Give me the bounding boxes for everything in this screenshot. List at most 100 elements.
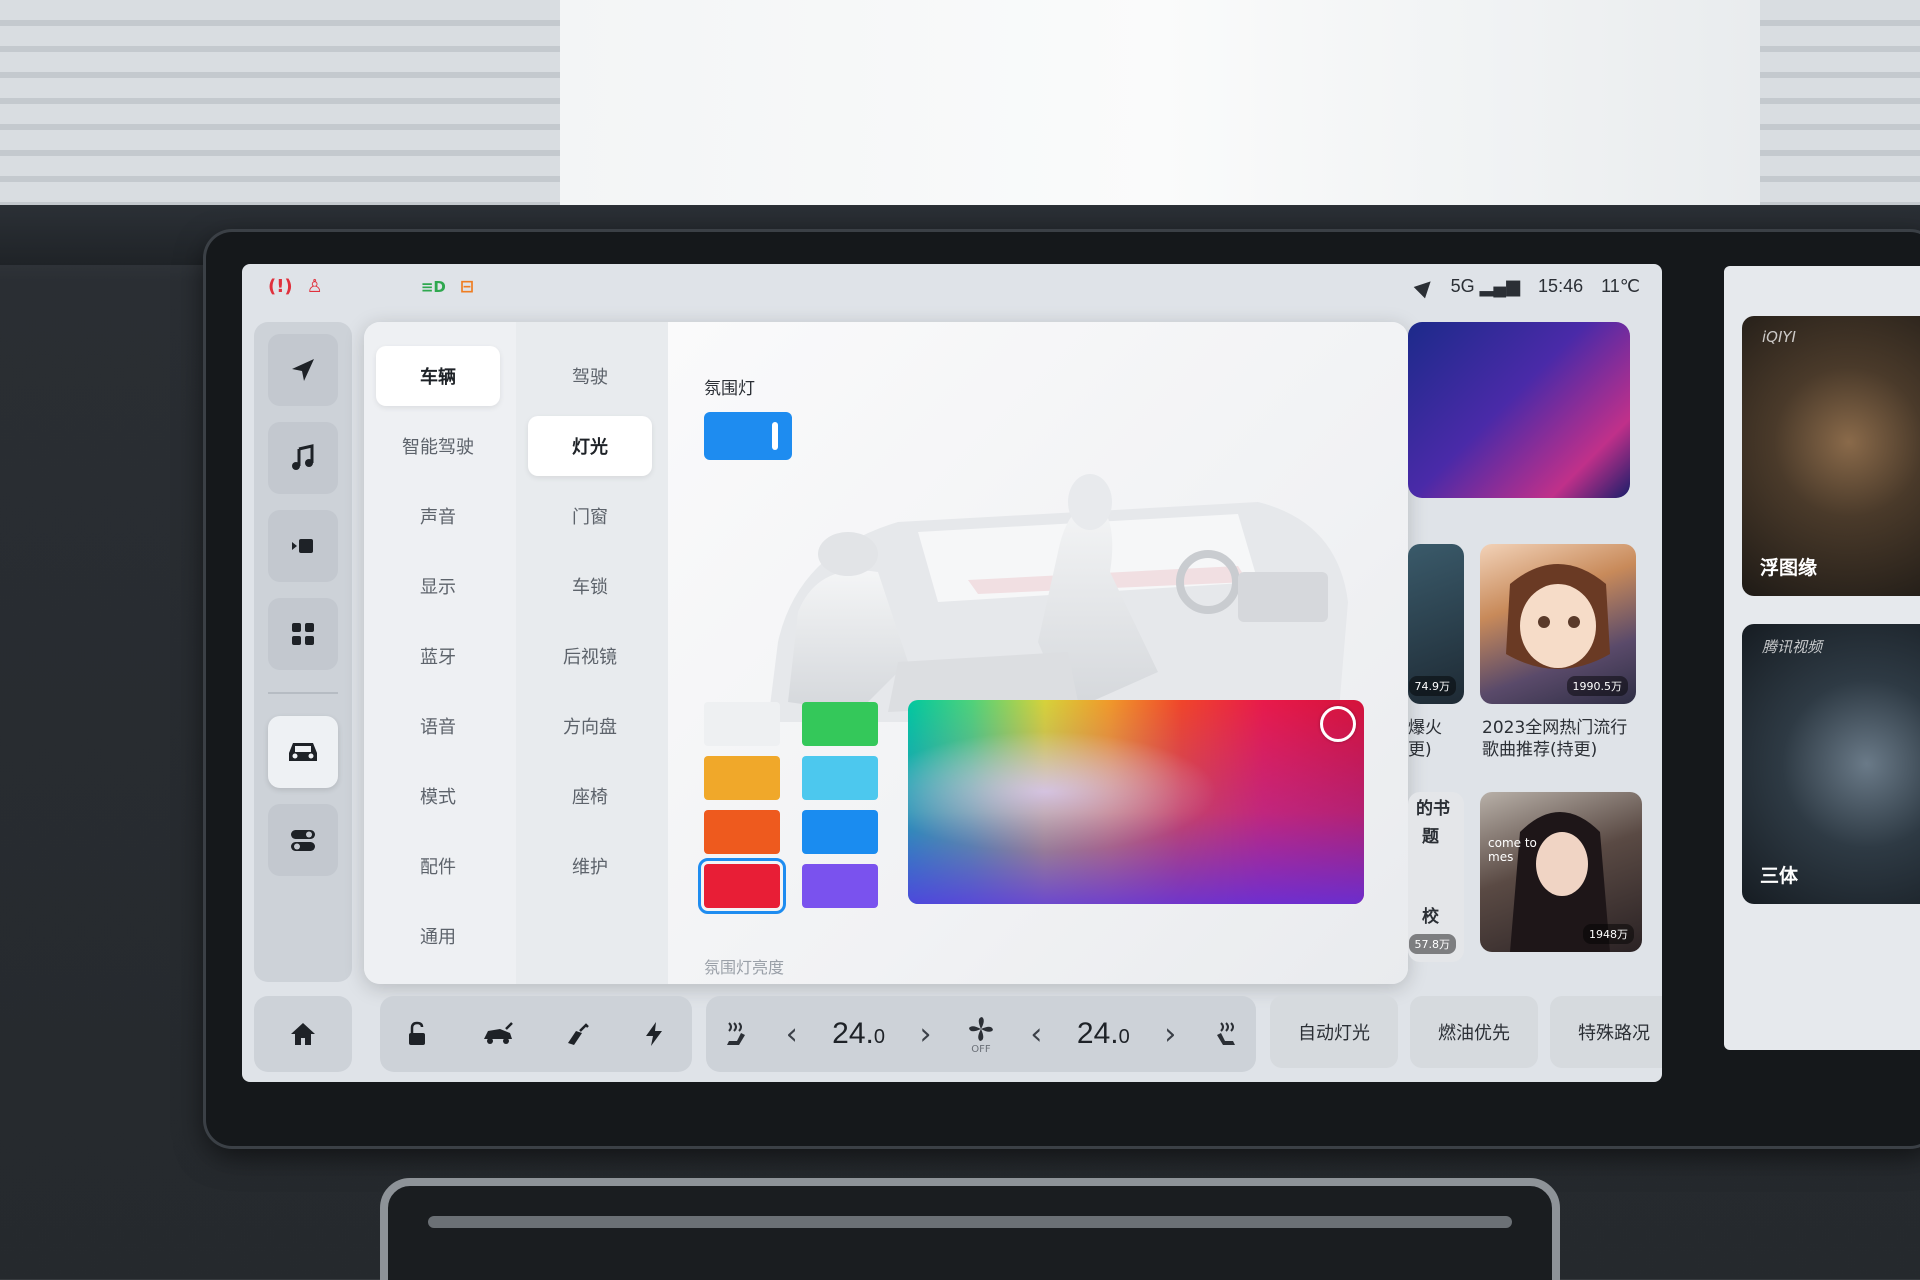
seatbelt-warning-icon: ♙ — [306, 276, 323, 297]
home-button[interactable] — [254, 996, 352, 1072]
infotainment-screen: (!) ♙ ≡D ⊟ 5G ▂▄▆ 15:46 11℃ 车辆 智能驾驶 声音 显… — [242, 264, 1662, 1082]
outside-temperature: 11℃ — [1601, 276, 1640, 296]
ambient-light-toggle[interactable] — [704, 412, 792, 460]
iqiyi-card-title: 浮图缘 — [1760, 557, 1818, 579]
play-count-badge: 1990.5万 — [1566, 676, 1628, 696]
signal-icon: ▂▄▆ — [1479, 276, 1521, 296]
submenu-mirrors[interactable]: 后视镜 — [528, 626, 652, 686]
fan-button[interactable]: OFF — [966, 1014, 996, 1055]
color-picker-cursor[interactable] — [1320, 706, 1356, 742]
vehicle-settings-panel: 车辆 智能驾驶 声音 显示 蓝牙 语音 模式 配件 通用 驾驶 灯光 门窗 车锁… — [364, 322, 1408, 984]
seat-heater-right-icon[interactable] — [1211, 1019, 1239, 1049]
passenger-screen: iQIYI 浮图缘 腾讯视频 三体 — [1724, 266, 1920, 1050]
background-window — [560, 0, 1760, 215]
menu-display[interactable]: 显示 — [376, 556, 500, 616]
fan-state: OFF — [971, 1043, 991, 1055]
submenu-lights[interactable]: 灯光 — [528, 416, 652, 476]
fuel-nozzle-icon[interactable] — [562, 1019, 592, 1049]
apps-icon — [292, 623, 314, 645]
media-card-3[interactable]: 的书 题 校 57.8万 — [1408, 792, 1464, 962]
apps-button[interactable] — [268, 598, 338, 670]
seat-heater-left-icon[interactable] — [723, 1019, 751, 1049]
temp-right-increase[interactable]: › — [1164, 1017, 1176, 1052]
home-icon — [291, 1023, 315, 1045]
auto-lights-button[interactable]: 自动灯光 — [1270, 996, 1398, 1068]
lights-icon: ≡D — [420, 277, 446, 296]
menu-voice[interactable]: 语音 — [376, 696, 500, 756]
swatch-amber[interactable] — [704, 756, 780, 800]
play-count-badge: 74.9万 — [1408, 676, 1456, 696]
special-road-button[interactable]: 特殊路况 — [1550, 996, 1662, 1068]
vehicle-button[interactable] — [268, 716, 338, 788]
air-vent — [380, 1178, 1560, 1280]
tencent-video-logo: 腾讯视频 — [1762, 638, 1823, 656]
submenu-driving[interactable]: 驾驶 — [528, 346, 652, 406]
tencent-video-card-title: 三体 — [1760, 865, 1799, 887]
menu-sound[interactable]: 声音 — [376, 486, 500, 546]
play-count-badge: 57.8万 — [1408, 934, 1456, 954]
nav-rail — [254, 322, 352, 982]
swatch-blue[interactable] — [802, 810, 878, 854]
controls-icon — [291, 830, 315, 851]
submenu-steering-wheel[interactable]: 方向盘 — [528, 696, 652, 756]
toggle-knob — [772, 422, 778, 450]
temp-left-value: 24.0 — [832, 1017, 886, 1050]
swatch-green[interactable] — [802, 702, 878, 746]
primary-menu: 车辆 智能驾驶 声音 显示 蓝牙 语音 模式 配件 通用 — [364, 322, 516, 984]
temp-left-decrease[interactable]: ‹ — [786, 1017, 798, 1052]
temp-right-decrease[interactable]: ‹ — [1030, 1017, 1042, 1052]
ambient-brightness-label: 氛围灯亮度 — [704, 958, 785, 977]
status-bar: (!) ♙ ≡D ⊟ 5G ▂▄▆ 15:46 11℃ — [242, 264, 1662, 310]
submenu-seats[interactable]: 座椅 — [528, 766, 652, 826]
video-button[interactable] — [268, 510, 338, 582]
music-icon — [292, 444, 314, 470]
swatch-red[interactable] — [698, 858, 786, 914]
menu-smart-driving[interactable]: 智能驾驶 — [376, 416, 500, 476]
video-icon — [292, 539, 313, 553]
vehicle-quick-controls — [380, 996, 692, 1072]
menu-mode[interactable]: 模式 — [376, 766, 500, 826]
unlock-icon[interactable] — [403, 1019, 433, 1049]
status-right: 5G ▂▄▆ 15:46 11℃ — [1413, 275, 1640, 298]
poster-text: come to mes — [1488, 836, 1537, 864]
swatch-cyan[interactable] — [802, 756, 878, 800]
engine-icon: ⊟ — [459, 276, 475, 297]
location-icon — [1413, 275, 1436, 298]
swatch-white[interactable] — [704, 702, 780, 746]
swatch-purple[interactable] — [802, 864, 878, 908]
color-picker[interactable] — [908, 700, 1364, 904]
music-button[interactable] — [268, 422, 338, 494]
charging-icon[interactable] — [639, 1019, 669, 1049]
media-area: 74.9万 1990.5万 爆火 更) 2023全网热门流行 歌曲推荐(持更) … — [1408, 322, 1652, 984]
iqiyi-card[interactable]: iQIYI 浮图缘 — [1742, 316, 1920, 596]
menu-general[interactable]: 通用 — [376, 906, 500, 966]
warning-lights: (!) ♙ ≡D ⊟ — [268, 276, 474, 297]
submenu-maintenance[interactable]: 维护 — [528, 836, 652, 896]
temp-right-value: 24.0 — [1076, 1017, 1130, 1050]
temp-left-increase[interactable]: › — [919, 1017, 931, 1052]
controls-button[interactable] — [268, 804, 338, 876]
fuel-priority-button[interactable]: 燃油优先 — [1410, 996, 1538, 1068]
trunk-icon[interactable] — [480, 1019, 516, 1049]
menu-vehicle[interactable]: 车辆 — [376, 346, 500, 406]
submenu-doors-windows[interactable]: 门窗 — [528, 486, 652, 546]
menu-accessories[interactable]: 配件 — [376, 836, 500, 896]
network-indicator: 5G ▂▄▆ — [1450, 276, 1521, 296]
navigation-icon — [292, 359, 314, 381]
iqiyi-logo: iQIYI — [1762, 328, 1796, 346]
media-card-2-caption: 2023全网热门流行 歌曲推荐(持更) — [1482, 718, 1628, 760]
menu-bluetooth[interactable]: 蓝牙 — [376, 626, 500, 686]
media-banner[interactable] — [1408, 322, 1630, 498]
submenu-locks[interactable]: 车锁 — [528, 556, 652, 616]
tencent-video-card[interactable]: 腾讯视频 三体 — [1742, 624, 1920, 904]
ambient-light-title: 氛围灯 — [704, 379, 755, 399]
media-card-4[interactable]: come to mes 1948万 — [1480, 792, 1642, 952]
media-card-1-caption: 爆火 更) — [1408, 718, 1442, 760]
climate-controls: ‹ 24.0 › OFF ‹ 24.0 › — [706, 996, 1256, 1072]
media-card-2[interactable]: 1990.5万 — [1480, 544, 1636, 704]
navigation-button[interactable] — [268, 334, 338, 406]
media-card-1[interactable]: 74.9万 — [1408, 544, 1464, 704]
lights-detail: 氛围灯 氛围灯亮度 — [668, 322, 1408, 984]
clock: 15:46 — [1538, 276, 1584, 296]
swatch-orange[interactable] — [704, 810, 780, 854]
